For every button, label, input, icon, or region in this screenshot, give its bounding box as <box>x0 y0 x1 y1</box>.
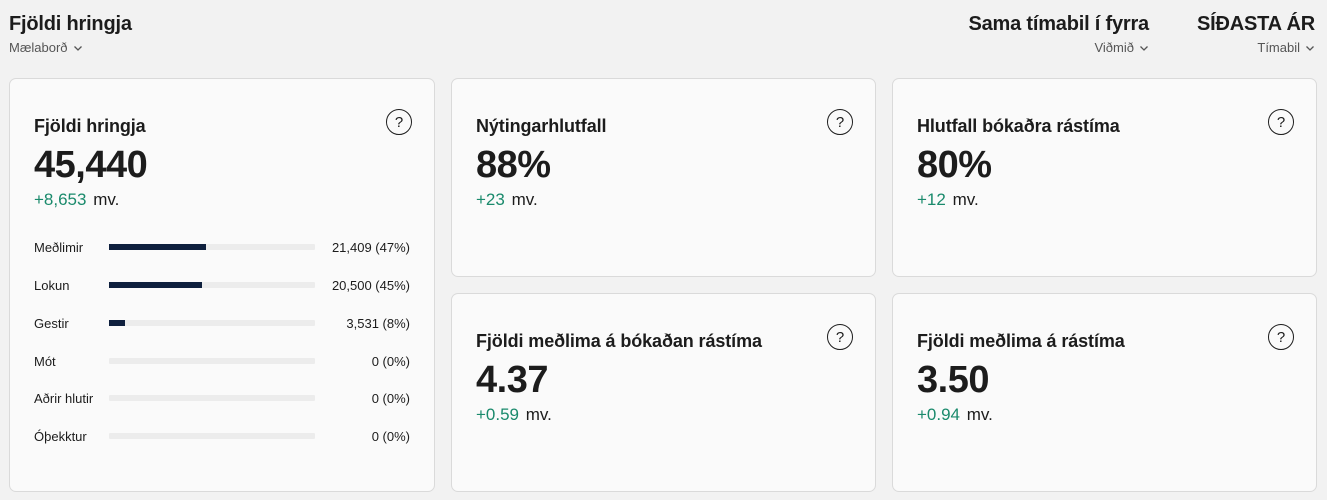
card-value: 80% <box>917 144 992 186</box>
card-value: 4.37 <box>476 359 548 401</box>
breakdown-label: Aðrir hlutir <box>34 390 94 406</box>
breakdown-value: 0 (0%) <box>371 390 410 406</box>
breakdown-label: Óþekktur <box>34 428 87 444</box>
delta-unit: mv. <box>511 190 538 209</box>
chevron-down-icon <box>73 43 83 53</box>
help-icon[interactable]: ? <box>827 109 853 135</box>
card-value: 3.50 <box>917 359 989 401</box>
breakdown-bar-track <box>109 320 315 326</box>
breakdown-label: Meðlimir <box>34 239 84 255</box>
breakdown-value: 0 (0%) <box>371 428 410 444</box>
breakdown-value: 0 (0%) <box>371 353 410 369</box>
card-title: Hlutfall bókaðra rástíma <box>917 116 1120 136</box>
breakdown-bar-track <box>109 395 315 401</box>
delta-value: +0.94 <box>917 405 961 424</box>
card-value: 88% <box>476 144 551 186</box>
breakdown-bar-track <box>109 358 315 364</box>
period-select[interactable]: Tímabil <box>1257 40 1315 55</box>
delta-unit: mv. <box>952 190 979 209</box>
page-header: Fjöldi hringja Mælaborð <box>9 12 132 55</box>
breakdown-bar-track <box>109 282 315 288</box>
compare-title: Sama tímabil í fyrra <box>968 13 1149 35</box>
breakdown-label: Lokun <box>34 277 70 293</box>
breakdown-row: Óþekktur 0 (0%) <box>34 426 410 446</box>
period-title: SÍÐASTA ÁR <box>1196 13 1315 35</box>
breakdown-row: Aðrir hlutir 0 (0%) <box>34 388 410 408</box>
header-filters: Sama tímabil í fyrra Viðmið SÍÐASTA ÁR T… <box>968 12 1315 55</box>
breakdown-value: 20,500 (45%) <box>331 277 410 293</box>
card-delta: +8,653 mv. <box>34 190 119 210</box>
card-delta: +0.59 mv. <box>476 405 552 425</box>
card-title: Nýtingarhlutfall <box>476 116 607 136</box>
breakdown-row: Gestir 3,531 (8%) <box>34 313 410 333</box>
breakdown-bar-fill <box>109 244 206 250</box>
delta-value: +0.59 <box>476 405 520 424</box>
delta-value: +8,653 <box>34 190 87 209</box>
help-icon[interactable]: ? <box>1268 324 1294 350</box>
delta-unit: mv. <box>93 190 120 209</box>
breakdown-bar-fill <box>109 282 202 288</box>
breakdown-label: Mót <box>34 353 56 369</box>
card-title: Fjöldi hringja <box>34 116 146 136</box>
period-select-label: Tímabil <box>1257 40 1300 55</box>
breakdown-bar-track <box>109 244 315 250</box>
breakdown-row: Meðlimir 21,409 (47%) <box>34 237 410 257</box>
breakdown-row: Lokun 20,500 (45%) <box>34 275 410 295</box>
chevron-down-icon <box>1305 43 1315 53</box>
dashboard-select[interactable]: Mælaborð <box>9 40 132 55</box>
card-delta: +23 mv. <box>476 190 538 210</box>
card-delta: +12 mv. <box>917 190 979 210</box>
breakdown-bar-fill <box>109 320 126 326</box>
breakdown-value: 3,531 (8%) <box>346 315 410 331</box>
breakdown-label: Gestir <box>34 315 69 331</box>
delta-value: +12 <box>917 190 946 209</box>
delta-unit: mv. <box>525 405 552 424</box>
card-title: Fjöldi meðlima á rástíma <box>917 331 1125 351</box>
card-title: Fjöldi meðlima á bókaðan rástíma <box>476 331 762 351</box>
help-icon[interactable]: ? <box>1268 109 1294 135</box>
breakdown-row: Mót 0 (0%) <box>34 351 410 371</box>
members-teetime-card: Fjöldi meðlima á rástíma ? 3.50 +0.94 mv… <box>892 293 1317 492</box>
chevron-down-icon <box>1139 43 1149 53</box>
help-icon[interactable]: ? <box>386 109 412 135</box>
help-icon[interactable]: ? <box>827 324 853 350</box>
booked-ratio-card: Hlutfall bókaðra rástíma ? 80% +12 mv. <box>892 78 1317 277</box>
compare-select[interactable]: Viðmið <box>1094 40 1149 55</box>
card-value: 45,440 <box>34 144 148 186</box>
compare-filter: Sama tímabil í fyrra Viðmið <box>968 12 1149 55</box>
delta-value: +23 <box>476 190 505 209</box>
members-booked-card: Fjöldi meðlima á bókaðan rástíma ? 4.37 … <box>451 293 876 492</box>
rounds-card: Fjöldi hringja ? 45,440 +8,653 mv. Meðli… <box>9 78 435 492</box>
delta-unit: mv. <box>966 405 993 424</box>
page-title: Fjöldi hringja <box>9 13 132 35</box>
utilization-card: Nýtingarhlutfall ? 88% +23 mv. <box>451 78 876 277</box>
breakdown-bar-track <box>109 433 315 439</box>
dashboard-select-label: Mælaborð <box>9 40 68 55</box>
card-delta: +0.94 mv. <box>917 405 993 425</box>
breakdown-value: 21,409 (47%) <box>331 239 410 255</box>
compare-select-label: Viðmið <box>1094 40 1134 55</box>
period-filter: SÍÐASTA ÁR Tímabil <box>1197 12 1315 55</box>
